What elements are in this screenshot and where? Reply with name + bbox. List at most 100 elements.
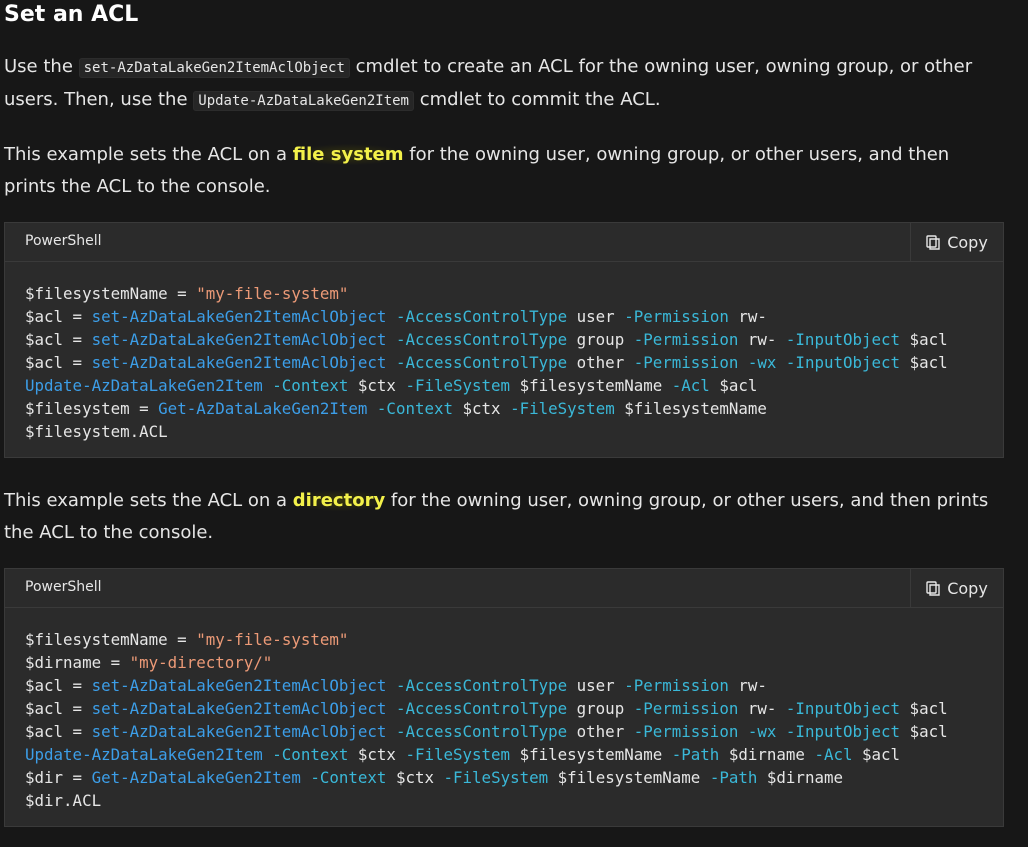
code-token-param: -Permission (633, 353, 739, 372)
code-token-var: $acl (25, 722, 64, 741)
code-line: $acl = set-AzDataLakeGen2ItemAclObject -… (25, 330, 948, 349)
code-line: $dir = Get-AzDataLakeGen2Item -Context $… (25, 768, 843, 787)
code-token-plain: $acl (900, 699, 948, 718)
code-token-plain: rw- (728, 676, 767, 695)
code-token-param: -Permission (624, 307, 729, 326)
code-token-op: = (101, 653, 130, 672)
code-token-op: = (63, 768, 92, 787)
code-token-var: $filesystem.ACL (25, 422, 168, 441)
code-token-plain: rw- (728, 307, 767, 326)
code-token-param: -wx (747, 353, 777, 372)
intro-paragraph: Use the set-AzDataLakeGen2ItemAclObject … (4, 51, 1004, 117)
code-token-param: -InputObject (785, 353, 901, 372)
code-line: $acl = set-AzDataLakeGen2ItemAclObject -… (25, 676, 767, 695)
code-content: $filesystemName = "my-file-system" $acl … (5, 262, 1003, 457)
code-line: $acl = set-AzDataLakeGen2ItemAclObject -… (25, 722, 948, 741)
directory-example-paragraph: This example sets the ACL on a directory… (4, 485, 1004, 549)
code-token-op: = (63, 330, 92, 349)
code-token-param: -AccessControlType (395, 353, 568, 372)
code-language-label: PowerShell (25, 579, 102, 595)
code-token-plain: group (567, 699, 634, 718)
code-token-cmd: set-AzDataLakeGen2ItemAclObject (91, 722, 387, 741)
code-token-plain: $ctx (453, 399, 511, 418)
code-token-param: -Permission (633, 699, 739, 718)
code-token-plain: $acl (852, 745, 901, 764)
code-token-plain: $acl (900, 722, 948, 741)
code-token-param: -Path (671, 745, 720, 764)
code-token-param: -InputObject (785, 330, 901, 349)
code-token-var: $dirname (25, 653, 102, 672)
code-token-cmd: set-AzDataLakeGen2ItemAclObject (91, 676, 387, 695)
code-token-plain: $ctx (348, 745, 406, 764)
code-token-param: -InputObject (785, 722, 901, 741)
code-token-param: -AccessControlType (395, 676, 568, 695)
code-language-label: PowerShell (25, 233, 102, 249)
code-token-param: -AccessControlType (395, 699, 568, 718)
copy-icon (926, 580, 941, 596)
code-token-var: $filesystemName (25, 284, 168, 303)
code-token-plain: $filesystemName (548, 768, 710, 787)
copy-button[interactable]: Copy (910, 569, 1003, 607)
code-token-param: -Context (272, 745, 349, 764)
code-token-var: $acl (25, 353, 64, 372)
code-token-plain: $acl (900, 353, 948, 372)
code-line: Update-AzDataLakeGen2Item -Context $ctx … (25, 745, 900, 764)
code-token-param: -InputObject (785, 699, 901, 718)
code-token-plain: other (567, 722, 634, 741)
code-token-cmd: set-AzDataLakeGen2ItemAclObject (91, 330, 387, 349)
code-token-op: = (167, 630, 197, 649)
code-token-plain: group (567, 330, 634, 349)
code-line: $filesystemName = "my-file-system" (25, 284, 348, 303)
copy-label: Copy (947, 232, 988, 252)
code-token-param: -FileSystem (405, 376, 511, 395)
code-token-cmd: set-AzDataLakeGen2ItemAclObject (91, 699, 387, 718)
code-token-var: $acl (25, 307, 64, 326)
code-token-plain: $ctx (386, 768, 444, 787)
code-token-str: "my-directory/" (129, 653, 273, 672)
code-token-param: -Permission (633, 330, 739, 349)
code-header: PowerShell Copy (5, 569, 1003, 608)
code-token-param: -Context (272, 376, 349, 395)
code-line: $filesystemName = "my-file-system" (25, 630, 348, 649)
code-token-op: = (63, 722, 92, 741)
code-token-str: "my-file-system" (196, 284, 349, 303)
intro-text-1: Use the (4, 56, 79, 77)
inline-code-acl-object: set-AzDataLakeGen2ItemAclObject (78, 58, 350, 78)
code-token-param: -Context (310, 768, 387, 787)
code-line: $acl = set-AzDataLakeGen2ItemAclObject -… (25, 699, 948, 718)
code-token-param: -wx (747, 722, 777, 741)
code-header: PowerShell Copy (5, 223, 1003, 262)
code-token-var: $acl (25, 676, 64, 695)
copy-button[interactable]: Copy (910, 223, 1003, 261)
code-token-cmd: Update-AzDataLakeGen2Item (25, 745, 263, 764)
code-line: $filesystem = Get-AzDataLakeGen2Item -Co… (25, 399, 767, 418)
code-block-directory: PowerShell Copy $filesystemName = "my-fi… (4, 568, 1004, 827)
code-token-param: -AccessControlType (395, 307, 568, 326)
highlight-directory: directory (292, 490, 386, 511)
code-token-plain: $filesystemName (614, 399, 767, 418)
code-token-cmd: Get-AzDataLakeGen2Item (91, 768, 301, 787)
code-line: $acl = set-AzDataLakeGen2ItemAclObject -… (25, 307, 767, 326)
code-line: Update-AzDataLakeGen2Item -Context $ctx … (25, 376, 757, 395)
code-token-param: -Context (376, 399, 454, 418)
code-token-plain: $filesystemName (510, 376, 672, 395)
code-token-param: -Path (709, 768, 758, 787)
code-token-op: = (63, 699, 92, 718)
code-token-op: = (167, 284, 197, 303)
code-token-str: "my-file-system" (196, 630, 349, 649)
code-token-plain: user (567, 676, 625, 695)
code-token-plain: $acl (709, 376, 758, 395)
code-token-plain: $acl (900, 330, 948, 349)
code-token-cmd: Update-AzDataLakeGen2Item (25, 376, 263, 395)
code-line: $dirname = "my-directory/" (25, 653, 272, 672)
code-token-op: = (63, 676, 92, 695)
code-token-cmd: set-AzDataLakeGen2ItemAclObject (91, 307, 387, 326)
code-token-param: -Acl (671, 376, 710, 395)
